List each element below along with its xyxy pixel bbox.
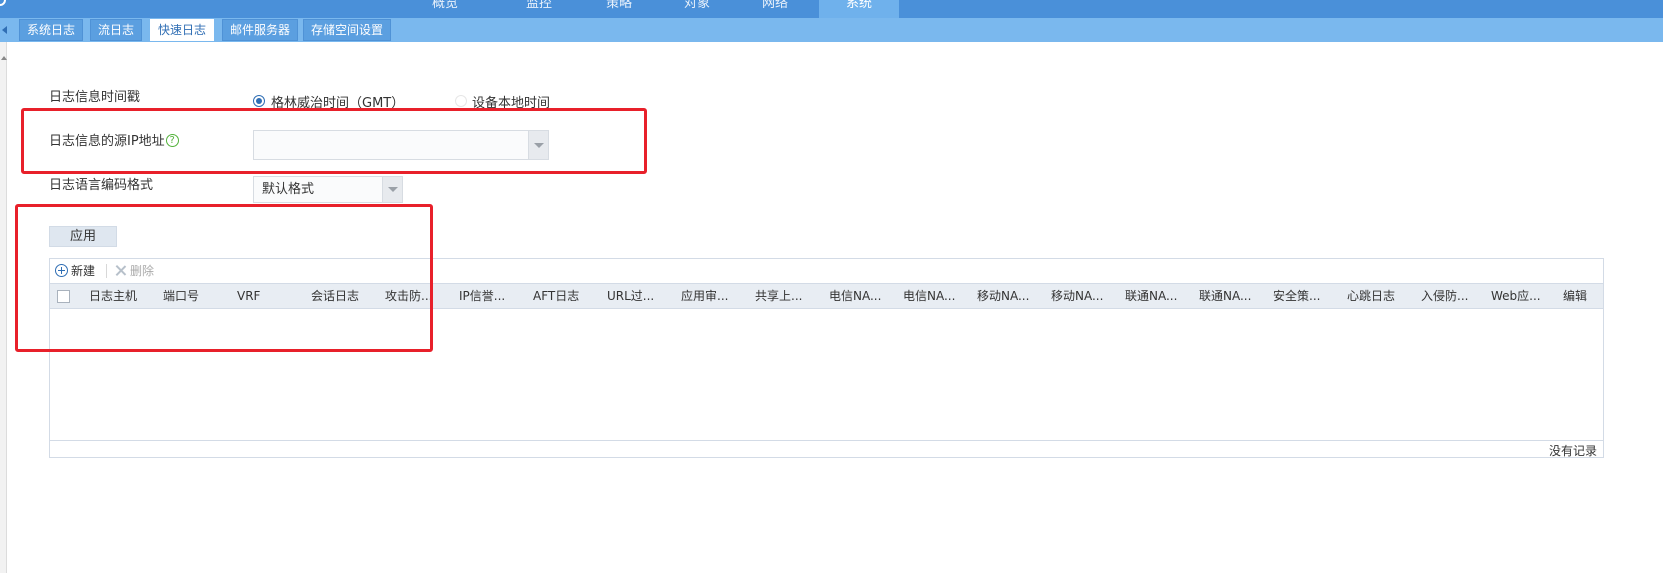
column-header[interactable]: 共享上... bbox=[755, 284, 827, 308]
table-footer: 没有记录 bbox=[50, 440, 1603, 458]
column-header[interactable]: 安全策... bbox=[1273, 284, 1345, 308]
subtab-bar: 系统日志 流日志 快速日志 邮件服务器 存储空间设置 bbox=[0, 18, 1663, 42]
tab-fast-log[interactable]: 快速日志 bbox=[150, 19, 215, 41]
encoding-select[interactable]: 默认格式 bbox=[253, 176, 403, 203]
radio-local-time[interactable] bbox=[455, 95, 467, 107]
highlight-box bbox=[21, 108, 647, 174]
scroll-up-icon[interactable] bbox=[1, 56, 7, 60]
table-status: 没有记录 bbox=[1548, 444, 1597, 458]
scroll-left-icon[interactable] bbox=[2, 26, 7, 34]
column-header[interactable]: Web应... bbox=[1491, 284, 1563, 308]
chevron-down-icon bbox=[388, 187, 398, 192]
column-header[interactable]: AFT日志 bbox=[533, 284, 605, 308]
column-header[interactable]: 电信NA... bbox=[829, 284, 901, 308]
encoding-label: 日志语言编码格式 bbox=[49, 178, 154, 193]
column-header[interactable]: 入侵防... bbox=[1421, 284, 1493, 308]
column-header[interactable]: IP信誉... bbox=[459, 284, 531, 308]
app-logo-icon bbox=[0, 0, 6, 6]
column-header[interactable]: 心跳日志 bbox=[1347, 284, 1419, 308]
radio-gmt[interactable] bbox=[253, 95, 265, 107]
tab-flow-log[interactable]: 流日志 bbox=[90, 19, 143, 41]
column-header[interactable]: 联通NA... bbox=[1125, 284, 1197, 308]
encoding-value: 默认格式 bbox=[262, 182, 315, 197]
nav-item-network[interactable]: 网络 bbox=[746, 0, 804, 18]
column-header[interactable]: 应用审... bbox=[681, 284, 753, 308]
column-header[interactable]: URL过... bbox=[607, 284, 679, 308]
highlight-box bbox=[15, 204, 433, 352]
top-nav: 概览 监控 策略 对象 网络 系统 bbox=[0, 0, 1663, 18]
tab-mail-server[interactable]: 邮件服务器 bbox=[222, 19, 299, 41]
tab-storage-settings[interactable]: 存储空间设置 bbox=[303, 19, 392, 41]
nav-item-overview[interactable]: 概览 bbox=[416, 0, 474, 18]
column-header[interactable]: 电信NA... bbox=[903, 284, 975, 308]
nav-item-monitor[interactable]: 监控 bbox=[510, 0, 568, 18]
tab-system-log[interactable]: 系统日志 bbox=[19, 19, 84, 41]
column-header[interactable]: 编辑 bbox=[1563, 284, 1603, 308]
nav-item-object[interactable]: 对象 bbox=[668, 0, 726, 18]
timestamp-label: 日志信息时间戳 bbox=[49, 90, 141, 105]
column-header[interactable]: 移动NA... bbox=[977, 284, 1049, 308]
nav-item-system[interactable]: 系统 bbox=[819, 0, 899, 18]
column-header[interactable]: 移动NA... bbox=[1051, 284, 1123, 308]
encoding-dropdown[interactable] bbox=[382, 177, 402, 202]
nav-item-policy[interactable]: 策略 bbox=[590, 0, 648, 18]
left-scrollbar[interactable] bbox=[0, 42, 7, 573]
column-header[interactable]: 联通NA... bbox=[1199, 284, 1271, 308]
